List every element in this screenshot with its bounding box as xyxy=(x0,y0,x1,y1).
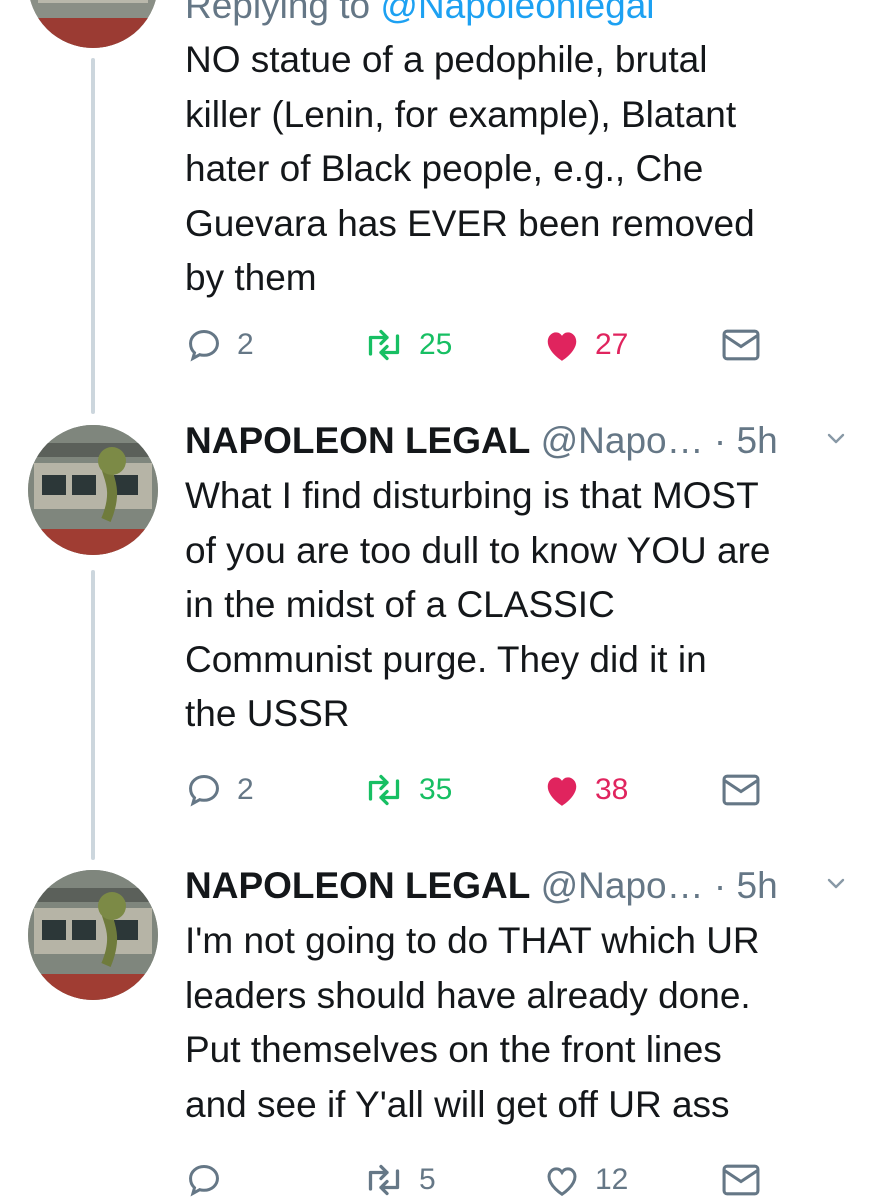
tweet-text: What I find disturbing is that MOST of y… xyxy=(185,475,771,734)
timestamp[interactable]: 5h xyxy=(737,420,778,461)
retweet-button[interactable]: 25 xyxy=(363,323,452,367)
retweet-button[interactable]: 5 xyxy=(363,1158,436,1200)
timestamp[interactable]: 5h xyxy=(737,865,778,906)
avatar-image xyxy=(28,425,158,555)
avatar[interactable] xyxy=(28,0,158,48)
tweet-thread: Replying to @Napoleonlegal NO statue of … xyxy=(0,0,874,1200)
tweet[interactable]: NAPOLEON LEGAL @Napo… · 5h I'm not going… xyxy=(185,862,854,1132)
avatar[interactable] xyxy=(28,425,158,555)
tweet[interactable]: NAPOLEON LEGAL @Napo… · 5h What I find d… xyxy=(185,417,854,742)
tweet-text: I'm not going to do THAT which UR leader… xyxy=(185,920,760,1125)
retweet-button[interactable]: 35 xyxy=(363,768,452,812)
replying-to: Replying to @Napoleonlegal xyxy=(185,0,854,30)
retweet-count: 35 xyxy=(419,773,453,806)
retweet-icon xyxy=(368,774,400,806)
like-count: 27 xyxy=(595,328,629,361)
avatar[interactable] xyxy=(28,870,158,1000)
retweet-icon xyxy=(368,329,400,361)
like-icon xyxy=(547,777,577,806)
reply-count: 2 xyxy=(237,773,254,806)
separator-dot: · xyxy=(713,420,727,461)
tweet-actions: 5 12 xyxy=(185,1158,785,1200)
like-icon xyxy=(547,1167,577,1197)
tweet-header: NAPOLEON LEGAL @Napo… · 5h xyxy=(185,862,854,910)
display-name[interactable]: NAPOLEON LEGAL xyxy=(185,865,530,906)
direct-message-icon xyxy=(722,329,760,361)
like-icon xyxy=(547,332,577,361)
reply-button[interactable]: 2 xyxy=(185,323,254,367)
replying-label: Replying to xyxy=(185,0,381,26)
user-handle[interactable]: @Napo… xyxy=(541,420,704,461)
avatar-image xyxy=(28,870,158,1000)
display-name[interactable]: NAPOLEON LEGAL xyxy=(185,420,530,461)
reply-icon xyxy=(189,1165,219,1197)
reply-button[interactable]: 2 xyxy=(185,768,254,812)
tweet-text: NO statue of a pedophile, brutal killer … xyxy=(185,39,755,298)
reply-count: 2 xyxy=(237,328,254,361)
like-button[interactable]: 38 xyxy=(543,768,628,812)
tweet-actions: 2 35 38 xyxy=(185,768,785,812)
like-count: 12 xyxy=(595,1163,629,1196)
direct-message-icon xyxy=(722,1164,760,1196)
direct-message-button[interactable] xyxy=(721,323,761,367)
tweet[interactable]: Replying to @Napoleonlegal NO statue of … xyxy=(185,0,854,306)
retweet-count: 25 xyxy=(419,328,453,361)
tweet-actions: 2 25 27 xyxy=(185,323,785,367)
tweet-header: NAPOLEON LEGAL @Napo… · 5h xyxy=(185,417,854,465)
thread-line xyxy=(91,570,95,860)
reply-icon xyxy=(189,330,219,362)
replying-handle-link[interactable]: @Napoleonlegal xyxy=(380,0,654,26)
reply-button[interactable] xyxy=(185,1158,223,1200)
retweet-icon xyxy=(368,1164,400,1196)
reply-icon xyxy=(189,775,219,807)
like-button[interactable]: 27 xyxy=(543,323,628,367)
user-handle[interactable]: @Napo… xyxy=(541,865,704,906)
direct-message-button[interactable] xyxy=(721,1158,761,1200)
separator-dot: · xyxy=(713,865,727,906)
chevron-down-icon[interactable] xyxy=(824,872,848,896)
direct-message-icon xyxy=(722,774,760,806)
avatar-image xyxy=(28,0,158,48)
retweet-count: 5 xyxy=(419,1163,436,1196)
direct-message-button[interactable] xyxy=(721,768,761,812)
chevron-down-icon[interactable] xyxy=(824,427,848,451)
like-button[interactable]: 12 xyxy=(543,1158,628,1200)
like-count: 38 xyxy=(595,773,629,806)
thread-line xyxy=(91,58,95,414)
